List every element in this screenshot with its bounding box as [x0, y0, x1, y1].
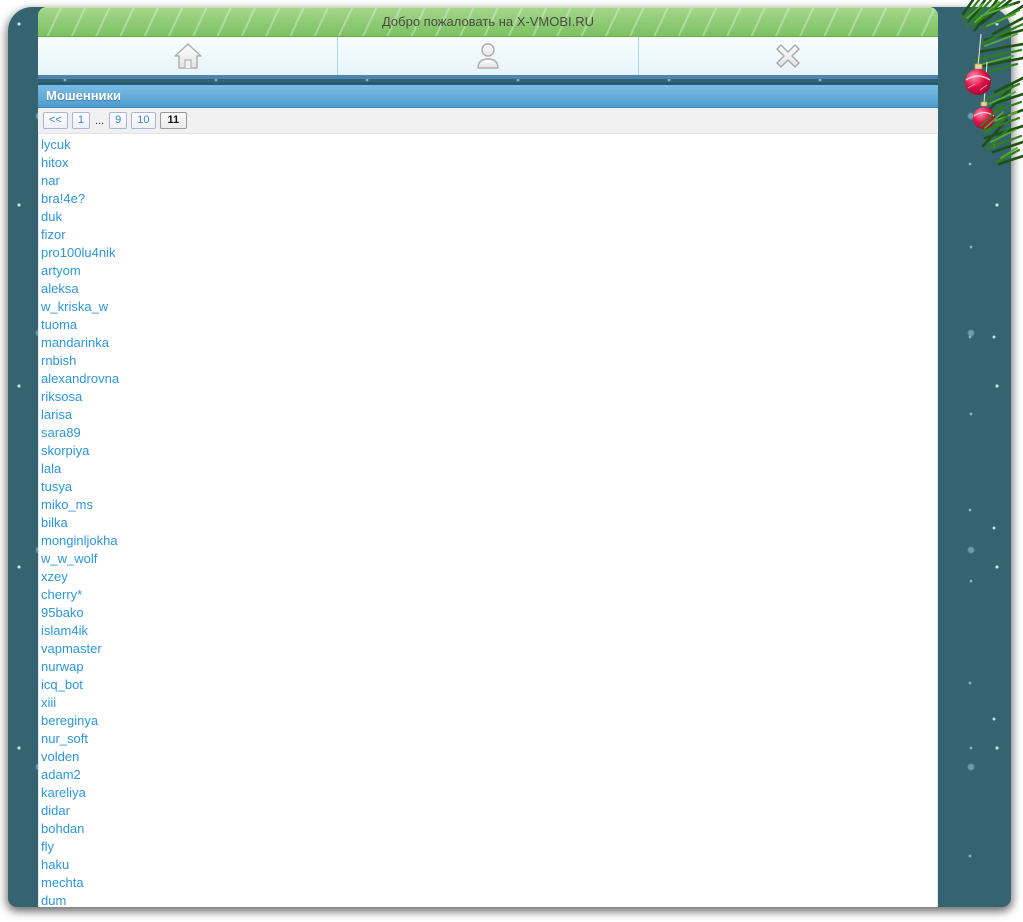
username-link[interactable]: rnbish: [41, 352, 937, 370]
username-link[interactable]: nar: [41, 172, 937, 190]
username-link[interactable]: tusya: [41, 478, 937, 496]
username-link[interactable]: nur_soft: [41, 730, 937, 748]
username-link[interactable]: duk: [41, 208, 937, 226]
username-link[interactable]: hitox: [41, 154, 937, 172]
pagination-page-link[interactable]: 1: [71, 112, 90, 129]
username-link[interactable]: fizor: [41, 226, 937, 244]
username-link[interactable]: bohdan: [41, 820, 937, 838]
username-link[interactable]: artyom: [41, 262, 937, 280]
section-title-bar: Мошенники: [38, 82, 938, 108]
close-x-icon: [772, 41, 804, 71]
nav-item-home[interactable]: [38, 37, 339, 75]
pagination-current-page: 11: [159, 112, 188, 129]
username-link[interactable]: skorpiya: [41, 442, 937, 460]
scammer-list: lycuk hitox nar bra!4e? duk fizor pro100lu4nik…: [38, 134, 938, 907]
username-link[interactable]: pro100lu4nik: [41, 244, 937, 262]
username-link[interactable]: haku: [41, 856, 937, 874]
username-link[interactable]: w_kriska_w: [41, 298, 937, 316]
username-link[interactable]: xzey: [41, 568, 937, 586]
username-link[interactable]: cherry*: [41, 586, 937, 604]
content-column: Добро пожаловать на X-VMOBI.RU Мошенники…: [38, 7, 938, 907]
home-icon: [172, 41, 204, 71]
username-link[interactable]: nurwap: [41, 658, 937, 676]
username-link[interactable]: riksosa: [41, 388, 937, 406]
username-link[interactable]: bilka: [41, 514, 937, 532]
username-link[interactable]: didar: [41, 802, 937, 820]
username-link[interactable]: dum: [41, 892, 937, 907]
pagination-ellipsis: ...: [94, 114, 105, 127]
username-link[interactable]: bereginya: [41, 712, 937, 730]
nav-item-profile[interactable]: [338, 37, 639, 75]
username-link[interactable]: miko_ms: [41, 496, 937, 514]
username-link[interactable]: islam4ik: [41, 622, 937, 640]
username-link[interactable]: w_w_wolf: [41, 550, 937, 568]
username-link[interactable]: 95bako: [41, 604, 937, 622]
nav-item-close[interactable]: [639, 37, 938, 75]
main-menu-bar: [38, 37, 938, 79]
username-link[interactable]: vapmaster: [41, 640, 937, 658]
username-link[interactable]: bra!4e?: [41, 190, 937, 208]
username-link[interactable]: alexandrovna: [41, 370, 937, 388]
section-title: Мошенники: [46, 88, 122, 103]
site-background-panel: Добро пожаловать на X-VMOBI.RU Мошенники…: [8, 7, 1011, 907]
username-link[interactable]: tuoma: [41, 316, 937, 334]
username-link[interactable]: adam2: [41, 766, 937, 784]
username-link[interactable]: lycuk: [41, 136, 937, 154]
username-link[interactable]: kareliya: [41, 784, 937, 802]
username-link[interactable]: larisa: [41, 406, 937, 424]
username-link[interactable]: sara89: [41, 424, 937, 442]
pagination-page-link[interactable]: 10: [131, 112, 156, 129]
username-link[interactable]: fly: [41, 838, 937, 856]
pagination-prev-button[interactable]: <<: [43, 112, 68, 129]
username-link[interactable]: mechta: [41, 874, 937, 892]
person-icon: [472, 41, 504, 71]
username-link[interactable]: monginljokha: [41, 532, 937, 550]
username-link[interactable]: aleksa: [41, 280, 937, 298]
username-link[interactable]: mandarinka: [41, 334, 937, 352]
pagination-page-link[interactable]: 9: [109, 112, 128, 129]
welcome-text: Добро пожаловать на X-VMOBI.RU: [381, 14, 595, 29]
username-link[interactable]: lala: [41, 460, 937, 478]
username-link[interactable]: volden: [41, 748, 937, 766]
page: { "header": { "welcome": "Добро пожалова…: [0, 0, 1023, 922]
username-link[interactable]: icq_bot: [41, 676, 937, 694]
pagination: << 1... 9 10 11: [38, 108, 938, 134]
username-link[interactable]: xiii: [41, 694, 937, 712]
welcome-header: Добро пожаловать на X-VMOBI.RU: [38, 7, 938, 37]
